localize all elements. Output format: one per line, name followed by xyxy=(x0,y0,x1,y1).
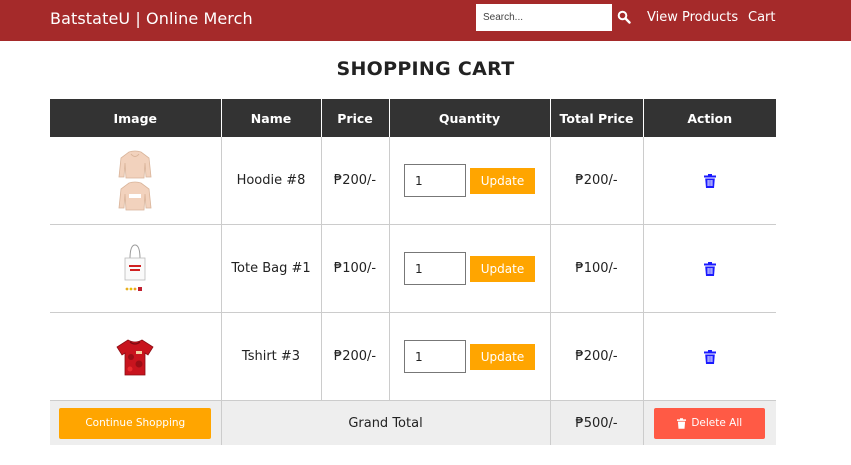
quantity-cell: Update xyxy=(388,224,550,313)
grand-total-label: Grand Total xyxy=(220,400,550,445)
tshirt-image xyxy=(116,339,154,375)
quantity-form: Update xyxy=(390,252,550,285)
product-name: Hoodie #8 xyxy=(220,137,321,225)
continue-shopping-button[interactable]: Continue Shopping xyxy=(59,407,212,439)
cart-table: Image Name Price Quantity Total Price Ac… xyxy=(50,99,776,445)
trash-icon xyxy=(677,417,687,429)
search-icon[interactable] xyxy=(617,10,631,24)
brand-title[interactable]: BatstateU | Online Merch xyxy=(50,9,253,28)
table-row: Tshirt #3 ₱200/- Update ₱200/- xyxy=(50,312,776,401)
quantity-form: Update xyxy=(390,164,550,197)
product-price: ₱200/- xyxy=(320,137,389,225)
trash-icon[interactable] xyxy=(703,349,716,364)
product-price: ₱100/- xyxy=(320,224,389,313)
quantity-input[interactable] xyxy=(404,164,466,197)
top-navbar: BatstateU | Online Merch View Products C… xyxy=(0,0,851,41)
nav-cart[interactable]: Cart xyxy=(748,10,776,25)
product-image-cell xyxy=(50,137,221,225)
product-total-price: ₱100/- xyxy=(549,224,643,313)
product-name: Tote Bag #1 xyxy=(220,224,321,313)
column-header-quantity: Quantity xyxy=(388,99,550,137)
product-price: ₱200/- xyxy=(320,312,389,401)
action-cell xyxy=(642,312,776,401)
column-header-total-price: Total Price xyxy=(549,99,643,137)
action-cell xyxy=(642,224,776,313)
column-header-action: Action xyxy=(642,99,776,137)
table-header-row: Image Name Price Quantity Total Price Ac… xyxy=(50,99,776,137)
table-row: Hoodie #8 ₱200/- Update ₱200/- xyxy=(50,137,776,225)
column-header-image: Image xyxy=(50,99,221,137)
quantity-form: Update xyxy=(390,340,550,373)
page-title: SHOPPING CART xyxy=(336,58,515,80)
product-image-cell xyxy=(50,224,221,313)
hoodie-image xyxy=(118,150,152,210)
delete-all-button[interactable]: Delete All xyxy=(654,407,766,439)
delete-all-cell: Delete All xyxy=(642,400,776,445)
column-header-name: Name xyxy=(220,99,321,137)
quantity-cell: Update xyxy=(388,137,550,225)
trash-icon[interactable] xyxy=(703,261,716,276)
quantity-cell: Update xyxy=(388,312,550,401)
product-image-cell xyxy=(50,312,221,401)
update-button[interactable]: Update xyxy=(470,255,535,282)
product-name: Tshirt #3 xyxy=(220,312,321,401)
update-button[interactable]: Update xyxy=(470,343,535,370)
nav-view-products[interactable]: View Products xyxy=(647,10,738,25)
tote-bag-image xyxy=(124,243,146,291)
delete-all-label: Delete All xyxy=(691,417,743,429)
table-row: Tote Bag #1 ₱100/- Update ₱100/- xyxy=(50,224,776,313)
trash-icon[interactable] xyxy=(703,173,716,188)
column-header-price: Price xyxy=(320,99,389,137)
update-button[interactable]: Update xyxy=(470,167,535,194)
search-input[interactable] xyxy=(476,4,612,31)
action-cell xyxy=(642,137,776,225)
quantity-input[interactable] xyxy=(404,252,466,285)
continue-cell: Continue Shopping xyxy=(50,400,221,445)
grand-total-value: ₱500/- xyxy=(549,400,643,445)
quantity-input[interactable] xyxy=(404,340,466,373)
product-total-price: ₱200/- xyxy=(549,312,643,401)
grand-total-row: Continue Shopping Grand Total ₱500/- Del… xyxy=(50,400,776,445)
product-total-price: ₱200/- xyxy=(549,137,643,225)
